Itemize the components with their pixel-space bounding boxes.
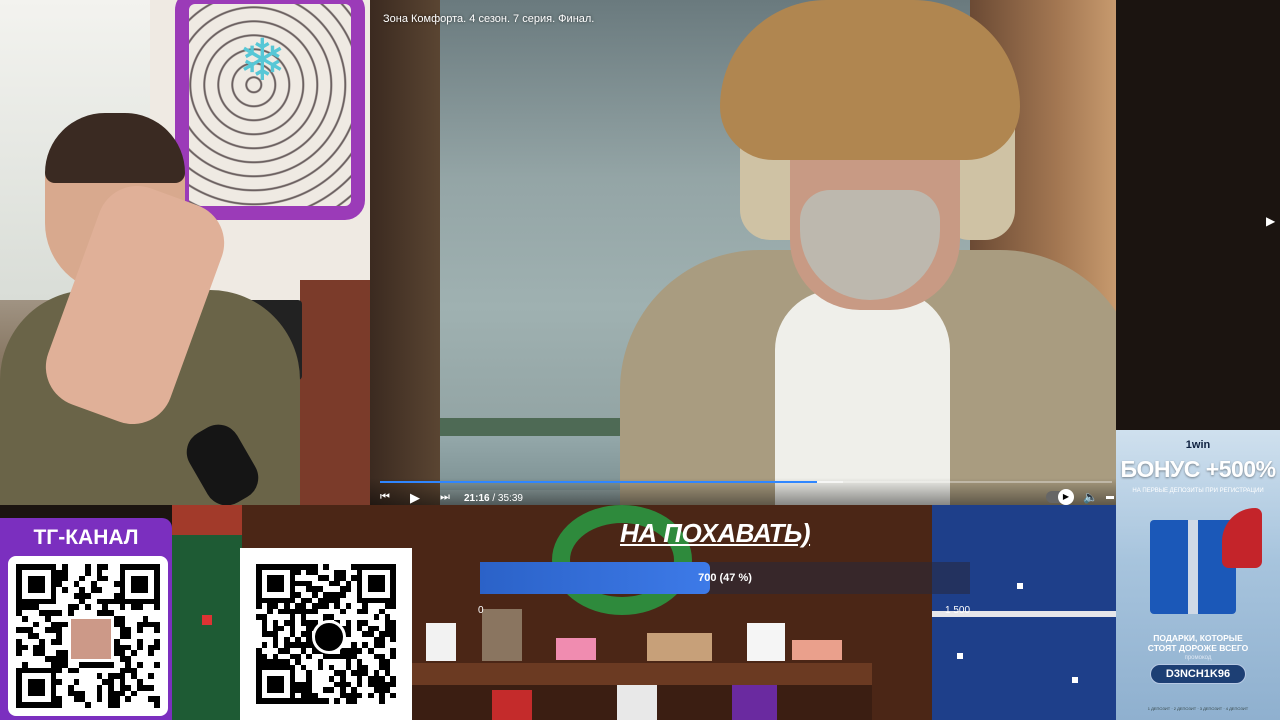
time-separator: / (489, 493, 498, 504)
snowflake-icon: ❄ (238, 28, 287, 93)
game-mantle (412, 663, 872, 685)
game-stocking-purple (732, 685, 777, 720)
telegram-qr-code[interactable] (8, 556, 168, 716)
webcam-shelf (300, 280, 370, 505)
video-player[interactable] (370, 0, 1116, 512)
ad-tagline-line-1: ПОДАРКИ, КОТОРЫЕ (1153, 633, 1243, 643)
skip-back-icon[interactable]: ⏮ (380, 492, 390, 503)
game-red-wall (172, 505, 242, 535)
telegram-label: ТГ-КАНАЛ (33, 526, 139, 549)
gift-ribbon (1188, 520, 1198, 614)
toggle-knob: ▶ (1058, 489, 1074, 505)
video-title: Зона Комфорта. 4 сезон. 7 серия. Финал. (383, 13, 595, 25)
game-frame-dog (482, 609, 522, 661)
ad-headline: БОНУС +500% (1120, 456, 1276, 482)
volume-icon[interactable]: 🔈 (1083, 491, 1098, 503)
donation-min-label: 0 (478, 605, 484, 616)
ad-promo-hint: промокод (1184, 655, 1212, 661)
game-snow (957, 653, 963, 659)
volume-slider[interactable] (1106, 496, 1114, 499)
game-snow (1072, 677, 1078, 683)
game-tree (172, 505, 242, 720)
actor-hat (720, 0, 1020, 160)
game-stocking-white (617, 685, 657, 720)
webcam-feed: ❄ (0, 0, 370, 505)
mouse-cursor-icon: ▶ (1266, 214, 1276, 228)
game-cup (747, 623, 785, 661)
game-plate (792, 640, 842, 660)
game-stocking-red (492, 690, 532, 720)
time-display: 21:16 / 35:39 (464, 493, 523, 504)
play-icon[interactable]: ▶ (410, 491, 420, 504)
donation-progress-label: 700 (47 %) (698, 572, 752, 584)
skip-forward-icon[interactable]: ⏭ (440, 492, 450, 503)
donation-goal-title: НА ПОХАВАТЬ) (620, 518, 811, 548)
current-time: 21:16 (464, 493, 490, 504)
video-pillar (370, 0, 440, 512)
game-ornament (202, 615, 212, 625)
ad-footer: 1 ДЕПОЗИТ · 2 ДЕПОЗИТ · 3 ДЕПОЗИТ · 4 ДЕ… (1147, 706, 1249, 711)
ad-promo-code: D3NCH1K96 (1165, 668, 1231, 680)
ad-subline: НА ПЕРВЫЕ ДЕПОЗИТЫ ПРИ РЕГИСТРАЦИИ (1132, 488, 1264, 494)
game-frame-left (426, 623, 456, 661)
avatar (68, 616, 114, 662)
progress-fill[interactable] (380, 481, 817, 483)
game-snow (1017, 583, 1023, 589)
ad-tagline: ПОДАРКИ, КОТОРЫЕ СТОЯТ ДОРОЖЕ ВСЕГО (1116, 633, 1280, 653)
game-pink-box (556, 638, 596, 660)
link-icon (312, 620, 346, 654)
duration: 35:39 (497, 493, 523, 504)
ad-brand: 1win (1185, 439, 1211, 451)
autoplay-toggle-icon[interactable]: ▶ (1046, 489, 1074, 505)
donation-max-label: 1 500 (945, 605, 971, 616)
secondary-qr-code[interactable] (240, 548, 412, 720)
ad-tagline-line-2: СТОЯТ ДОРОЖЕ ВСЕГО (1147, 643, 1249, 653)
game-crate (647, 633, 712, 661)
